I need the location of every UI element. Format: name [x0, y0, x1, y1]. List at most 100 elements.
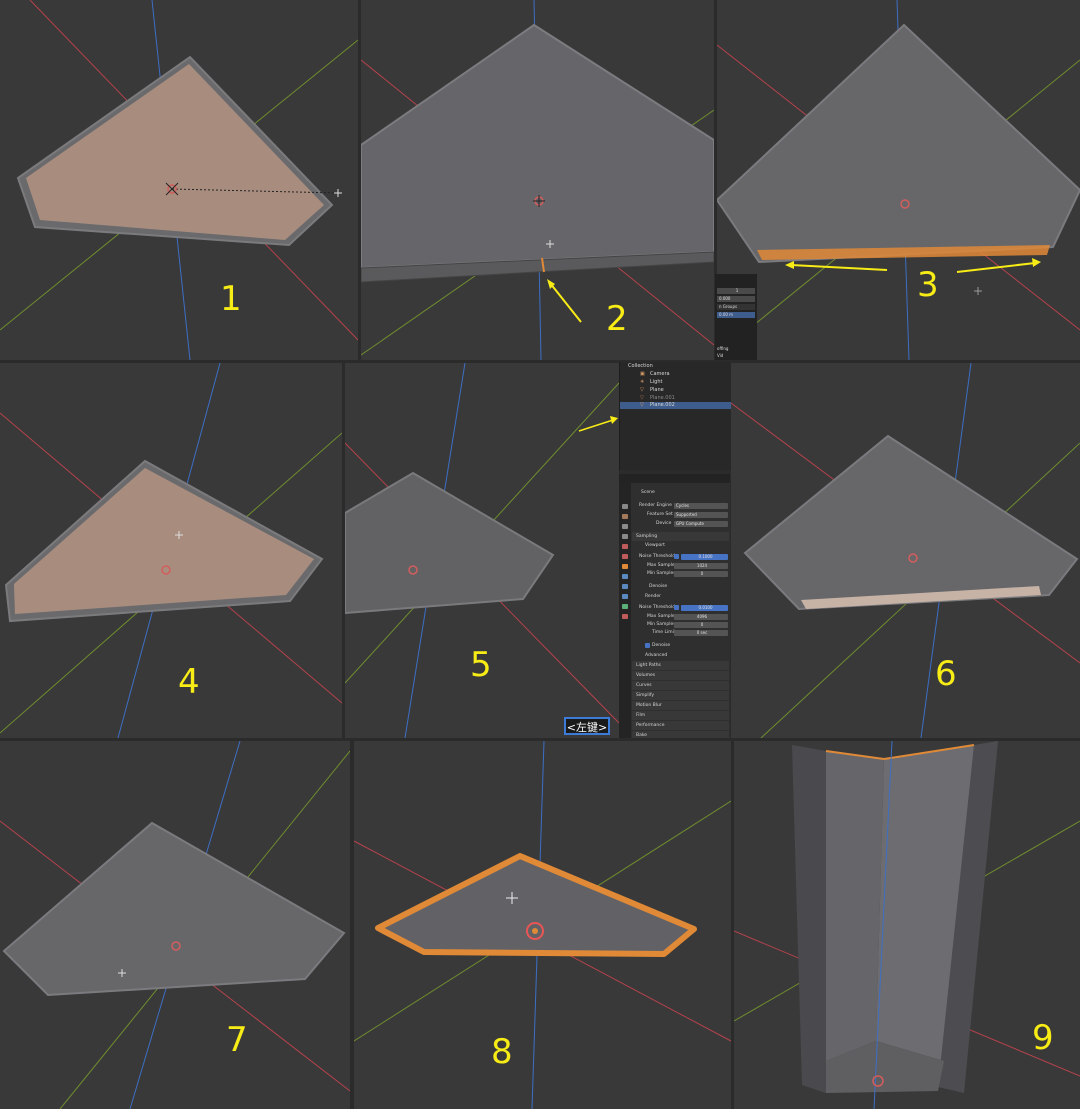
modifier-tab-icon[interactable] [622, 574, 628, 579]
pointer-arrow-line [549, 282, 582, 323]
viewport-step-4[interactable]: 4 [0, 363, 342, 738]
feature-set-select[interactable]: Supported [674, 512, 728, 518]
plane-face [717, 23, 1080, 264]
pointer-arrow-head [610, 416, 618, 424]
viewport-step-5[interactable]: 5 [345, 363, 619, 738]
scale-arrow-left-head [785, 261, 794, 269]
tool-tab-icon[interactable] [622, 504, 628, 509]
device-label: Device [656, 521, 672, 526]
curves-section[interactable]: Curves [632, 681, 729, 690]
outliner-item-plane-001[interactable]: ▽ Plane.001 [620, 395, 731, 402]
light-paths-section[interactable]: Light Paths [632, 661, 729, 670]
origin-cursor-icon [165, 182, 179, 196]
world-tab-icon[interactable] [622, 554, 628, 559]
render-max-samples-label: Max Samples [647, 614, 677, 619]
motion-blur-section[interactable]: Motion Blur [632, 701, 729, 710]
render-noise-threshold-checkbox[interactable] [674, 605, 679, 610]
bake-section[interactable]: Bake [632, 731, 729, 738]
operator-field-1[interactable]: 1 [717, 288, 755, 294]
render-tab-icon[interactable] [622, 514, 628, 519]
render-subsection[interactable]: Render [645, 594, 661, 599]
viewport-4-canvas [0, 363, 342, 738]
outliner-item-camera[interactable]: ▣ Camera [620, 371, 731, 378]
mouse-crosshair-icon [334, 189, 342, 197]
volumes-section[interactable]: Volumes [632, 671, 729, 680]
physics-tab-icon[interactable] [622, 594, 628, 599]
outliner-item-plane-002[interactable]: ▽ Plane.002 [620, 402, 731, 409]
outliner-item-label: Light [650, 379, 663, 385]
viewport-3-canvas [717, 0, 1080, 360]
viewport-max-samples-field[interactable]: 1024 [674, 563, 728, 569]
viewport-step-1[interactable]: 1 [0, 0, 358, 360]
render-engine-select[interactable]: Cycles [674, 503, 728, 509]
advanced-subsection[interactable]: Advanced [645, 653, 667, 658]
render-min-samples-label: Min Samples [647, 622, 676, 627]
viewport-step-2[interactable]: 2 [361, 0, 714, 360]
viewport-denoise-toggle[interactable]: Denoise [649, 584, 667, 589]
scene-tab-icon[interactable] [622, 544, 628, 549]
operator-field-4[interactable]: 0.00 m [717, 312, 755, 318]
viewport-step-9[interactable]: 9 [734, 741, 1080, 1109]
outliner-panel[interactable]: Collection ▣ Camera ✳ Light ▽ Plane ▽ Plane.… [619, 362, 731, 470]
render-denoise-checkbox[interactable] [645, 643, 650, 648]
left-wall-edge [792, 745, 826, 1093]
mesh-icon: ▽ [640, 395, 644, 401]
viewport-6-canvas [731, 363, 1080, 738]
operator-text-2: Vid [717, 353, 724, 358]
sampling-section[interactable]: Sampling [632, 532, 729, 541]
render-denoise-label: Denoise [652, 643, 671, 648]
viewport-step-8[interactable]: 8 [354, 741, 731, 1109]
operator-field-3[interactable]: n Groups [717, 304, 755, 310]
scale-arrow-right-head [1032, 258, 1041, 267]
output-tab-icon[interactable] [622, 524, 628, 529]
viewport-min-samples-field[interactable]: 0 [674, 571, 728, 577]
step-label-9: 9 [1032, 1018, 1054, 1058]
outliner-collection[interactable]: Collection [620, 363, 731, 370]
operator-panel[interactable]: 1 0.000 n Groups 0.00 m offing Vid [715, 274, 757, 360]
film-section[interactable]: Film [632, 711, 729, 720]
view-layer-tab-icon[interactable] [622, 534, 628, 539]
render-engine-label: Render Engine [639, 503, 672, 508]
camera-icon: ▣ [640, 371, 645, 377]
mesh-icon: ▽ [640, 387, 644, 393]
device-select[interactable]: GPU Compute [674, 521, 728, 527]
step-label-3: 3 [917, 265, 939, 305]
simplify-section[interactable]: Simplify [632, 691, 729, 700]
step-label-6: 6 [935, 654, 957, 694]
step-label-7: 7 [226, 1020, 248, 1060]
viewport-step-7[interactable]: 7 [0, 741, 350, 1109]
viewport-noise-threshold-label: Noise Threshold [639, 554, 676, 559]
outliner-item-light[interactable]: ✳ Light [620, 379, 731, 386]
viewport-noise-threshold-field[interactable]: 0.1000 [681, 554, 728, 560]
object-tab-icon[interactable] [622, 564, 628, 569]
mesh-icon: ▽ [640, 402, 644, 408]
render-max-samples-field[interactable]: 4096 [674, 614, 728, 620]
scene-label: Scene [641, 490, 655, 495]
particles-tab-icon[interactable] [622, 584, 628, 589]
operator-field-2[interactable]: 0.000 [717, 296, 755, 302]
render-noise-threshold-label: Noise Threshold [639, 605, 676, 610]
feature-set-label: Feature Set [647, 512, 673, 517]
viewport-max-samples-label: Max Samples [647, 563, 677, 568]
viewport-step-6[interactable]: 6 [731, 363, 1080, 738]
render-noise-threshold-field[interactable]: 0.0100 [681, 605, 728, 611]
properties-panel[interactable]: Scene Render Engine Cycles Feature Set S… [619, 474, 730, 738]
viewport-subsection[interactable]: Viewport [645, 543, 665, 548]
step-label-1: 1 [220, 279, 242, 319]
left-wall-face [826, 751, 884, 1061]
time-limit-field[interactable]: 0 sec [674, 630, 728, 636]
render-min-samples-field[interactable]: 0 [674, 622, 728, 628]
viewport-noise-threshold-checkbox[interactable] [674, 554, 679, 559]
viewport-step-3[interactable]: 3 [717, 0, 1080, 360]
properties-tabs[interactable] [619, 482, 631, 738]
data-tab-icon[interactable] [622, 604, 628, 609]
performance-section[interactable]: Performance [632, 721, 729, 730]
viewport-2-canvas [361, 0, 714, 360]
outliner-item-plane[interactable]: ▽ Plane [620, 387, 731, 394]
outliner-collection-label: Collection [628, 363, 653, 369]
viewport-7-canvas [0, 741, 350, 1109]
material-tab-icon[interactable] [622, 614, 628, 619]
operator-text-1: offing [717, 346, 729, 351]
scale-arrow-left [790, 264, 888, 271]
plane-face [361, 23, 714, 270]
